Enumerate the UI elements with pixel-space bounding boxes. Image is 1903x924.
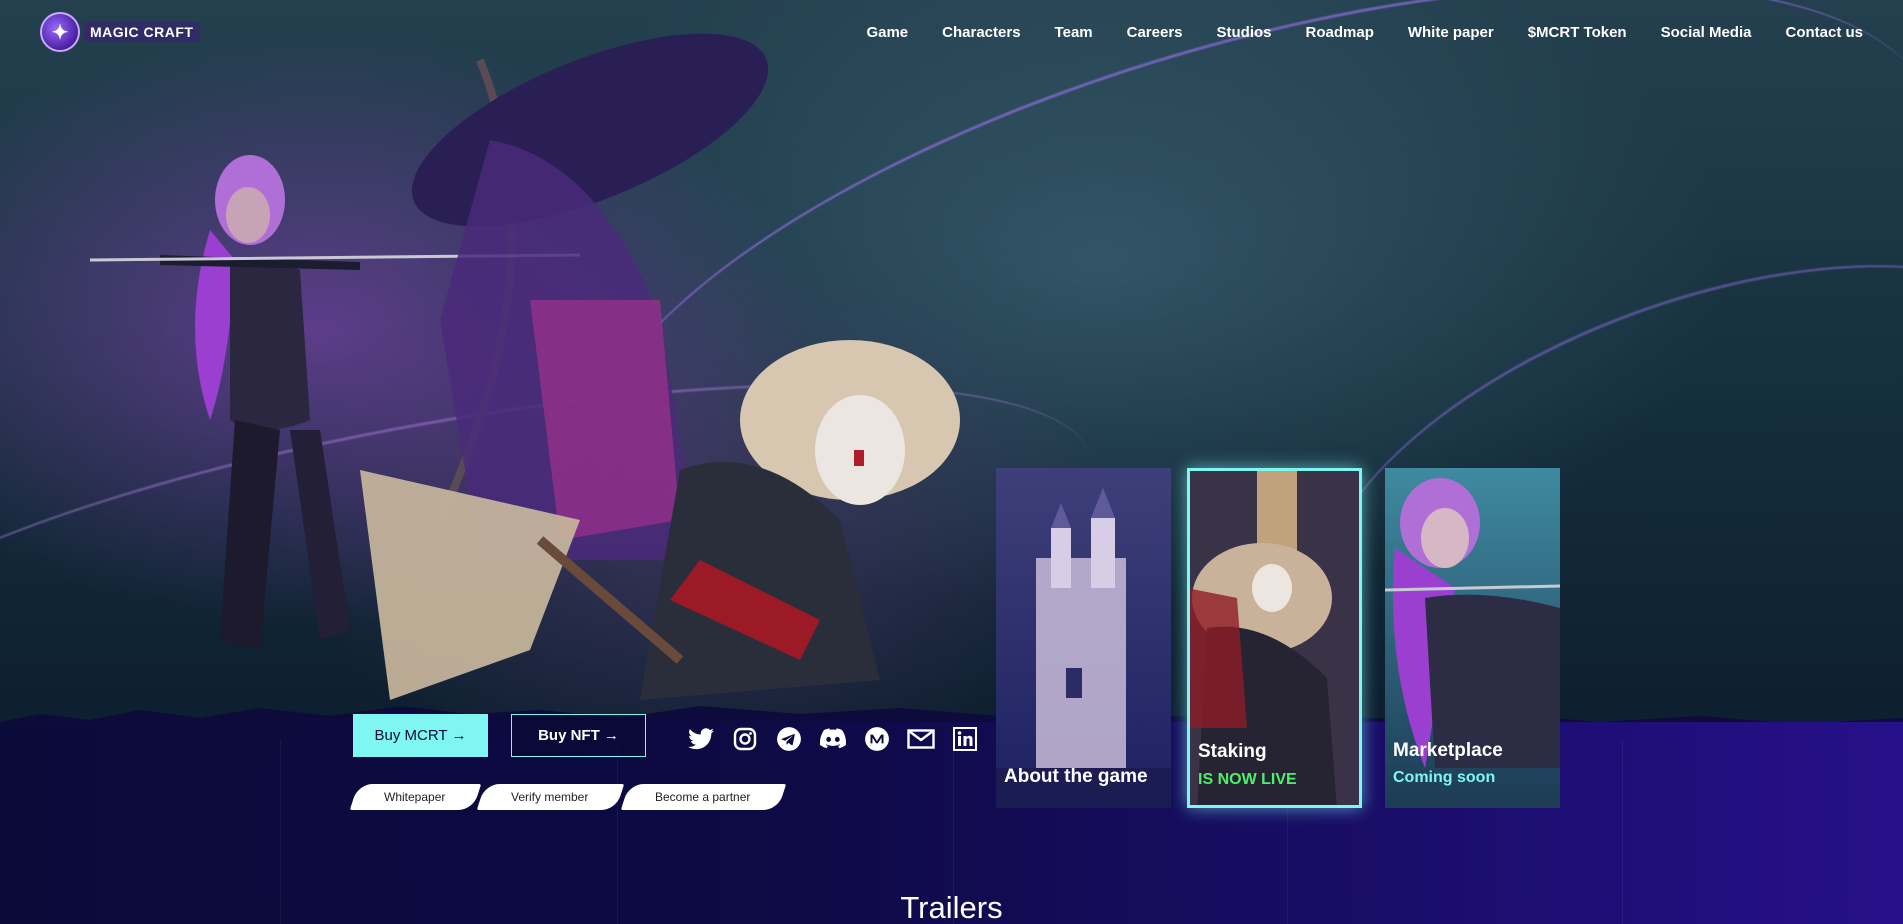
whitepaper-pill[interactable]: Whitepaper	[349, 784, 482, 810]
linkedin-icon[interactable]	[950, 724, 979, 753]
verify-member-pill[interactable]: Verify member	[477, 784, 625, 810]
buy-nft-button[interactable]: Buy NFT →	[511, 714, 646, 757]
whitepaper-pill-label: Whitepaper	[384, 790, 446, 804]
hero-background	[0, 0, 1903, 924]
become-partner-pill-label: Become a partner	[654, 790, 751, 804]
twitter-icon[interactable]	[686, 724, 715, 753]
nav-link-white-paper[interactable]: White paper	[1408, 24, 1494, 41]
characters-illustration	[89, 33, 960, 700]
card-staking-status: IS NOW LIVE	[1198, 771, 1297, 788]
trailers-heading: Trailers	[900, 890, 1003, 924]
nav-link-mcrt-token[interactable]: $MCRT Token	[1528, 24, 1627, 41]
verify-member-pill-label: Verify member	[511, 790, 589, 804]
nav-link-careers[interactable]: Careers	[1127, 24, 1183, 41]
card-about-game[interactable]: About the game	[996, 468, 1171, 808]
secondary-links: Whitepaper Verify member Become a partne…	[349, 784, 787, 810]
top-nav: Game Characters Team Careers Studios Roa…	[832, 24, 1863, 41]
nav-link-contact-us[interactable]: Contact us	[1785, 24, 1863, 41]
logo-emblem-icon: ✦	[40, 12, 80, 52]
buy-mcrt-button[interactable]: Buy MCRT →	[353, 714, 488, 757]
social-links	[686, 724, 979, 753]
discord-icon[interactable]	[818, 724, 847, 753]
email-icon[interactable]	[906, 724, 935, 753]
logo-text: MAGIC CRAFT	[84, 22, 200, 42]
card-staking-title: Staking	[1198, 741, 1267, 762]
card-about-game-title: About the game	[1004, 766, 1148, 787]
telegram-icon[interactable]	[774, 724, 803, 753]
brand-logo[interactable]: ✦ MAGIC CRAFT	[40, 12, 200, 52]
nav-link-roadmap[interactable]: Roadmap	[1306, 24, 1374, 41]
become-partner-pill[interactable]: Become a partner	[620, 784, 787, 810]
card-marketplace-status: Coming soon	[1393, 769, 1496, 786]
nav-link-characters[interactable]: Characters	[942, 24, 1020, 41]
castle-illustration	[996, 468, 1171, 808]
nav-link-game[interactable]: Game	[866, 24, 908, 41]
medium-icon[interactable]	[862, 724, 891, 753]
nav-link-studios[interactable]: Studios	[1217, 24, 1272, 41]
card-marketplace-title: Marketplace	[1393, 740, 1503, 761]
card-marketplace[interactable]: Marketplace Coming soon	[1385, 468, 1560, 808]
nav-link-social-media[interactable]: Social Media	[1661, 24, 1752, 41]
nav-link-team[interactable]: Team	[1055, 24, 1093, 41]
card-staking[interactable]: Staking IS NOW LIVE	[1187, 468, 1362, 808]
instagram-icon[interactable]	[730, 724, 759, 753]
